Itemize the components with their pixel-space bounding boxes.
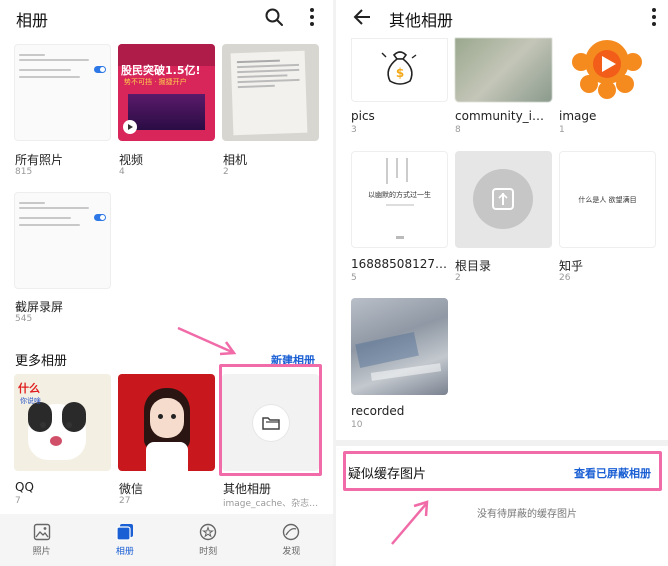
album-count: 4: [119, 167, 125, 177]
play-icon: [123, 120, 137, 134]
other-albums-screen: 其他相册 $ pics 3 community_ima... 8 image 1…: [336, 0, 668, 566]
album-count: 27: [119, 496, 131, 506]
app-header: 相册: [0, 0, 333, 34]
album-name: community_ima...: [455, 109, 552, 123]
album-count: image_cache、杂志…: [223, 499, 319, 509]
album-camera-thumb[interactable]: [222, 44, 319, 141]
albums-icon: [116, 524, 133, 541]
album-count: 2: [223, 167, 229, 177]
more-menu-icon[interactable]: [300, 5, 324, 29]
tab-label: 相册: [115, 547, 134, 557]
album-name: 知乎: [559, 259, 584, 273]
section-divider: [336, 440, 668, 446]
moments-icon: [199, 523, 217, 541]
album-name: 其他相册: [223, 482, 272, 496]
album-name: 所有照片: [15, 153, 64, 167]
sticker-text: 什么: [18, 382, 40, 395]
sticker-text: 你说啥: [20, 397, 41, 405]
album-name: 相机: [223, 153, 248, 167]
album-count: 10: [351, 420, 363, 430]
album-root-thumb[interactable]: [455, 151, 552, 248]
photo-icon: [33, 523, 50, 541]
album-qq-thumb[interactable]: 什么 你说啥: [14, 374, 111, 471]
tab-photos[interactable]: 照片: [0, 514, 83, 566]
album-name: QQ: [15, 480, 34, 494]
tab-label: 发现: [282, 547, 301, 557]
more-menu-icon[interactable]: [642, 5, 666, 29]
album-count: 8: [455, 125, 461, 135]
tab-discover[interactable]: 发现: [250, 514, 333, 566]
page-title: 相册: [16, 11, 49, 30]
zhihu-text: 什么是人 欲望满目: [578, 196, 637, 204]
album-video-thumb[interactable]: 股民突破1.5亿! 势不可挡 · 掘捷开户: [118, 44, 215, 141]
annotation-box: [219, 364, 322, 476]
video-banner-text: 股民突破1.5亿!: [121, 64, 201, 77]
album-all-photos-thumb[interactable]: [14, 44, 111, 141]
album-count: 7: [15, 496, 21, 506]
gallery-albums-screen: 相册 所有照片 815 股民突破1.5亿! 势不可挡 · 掘捷开户 视频 4 相…: [0, 0, 333, 566]
discover-icon: [283, 523, 300, 541]
album-count: 5: [351, 273, 357, 283]
more-albums-title: 更多相册: [15, 354, 68, 369]
album-name: 根目录: [455, 259, 492, 273]
app-header: 其他相册: [336, 0, 668, 34]
bottom-tab-bar: 照片 相册 时刻 发现: [0, 514, 333, 566]
video-banner-sub: 势不可挡 · 掘捷开户: [124, 78, 187, 86]
album-1688850812735-thumb[interactable]: 以幽默的方式过一生: [351, 151, 448, 248]
album-pics-thumb[interactable]: $: [351, 38, 448, 102]
view-hidden-albums-link[interactable]: 查看已屏蔽相册: [574, 465, 651, 481]
tab-label: 照片: [32, 547, 51, 557]
album-count: 2: [455, 273, 461, 283]
album-name: 截屏录屏: [15, 300, 64, 314]
album-count: 26: [559, 273, 571, 283]
search-icon[interactable]: [262, 5, 286, 29]
album-wechat-thumb[interactable]: [118, 374, 215, 471]
album-recorded-thumb[interactable]: [351, 298, 448, 395]
svg-text:$: $: [396, 66, 404, 80]
folder-image-icon: [473, 169, 533, 229]
album-name: 1688850812735...: [351, 257, 448, 271]
tab-label: 时刻: [199, 547, 218, 557]
album-name: image: [559, 109, 597, 123]
book-title-text: 以幽默的方式过一生: [368, 191, 431, 199]
album-count: 1: [559, 125, 565, 135]
album-community-thumb[interactable]: [455, 38, 552, 102]
tab-moments[interactable]: 时刻: [167, 514, 250, 566]
cache-section-title: 疑似缓存图片: [348, 467, 427, 482]
page-title: 其他相册: [389, 11, 454, 30]
album-name: 微信: [119, 482, 144, 496]
album-screenshots-thumb[interactable]: [14, 192, 111, 289]
album-name: pics: [351, 109, 375, 123]
annotation-arrow: [391, 500, 429, 545]
album-zhihu-thumb[interactable]: 什么是人 欲望满目: [559, 151, 656, 248]
money-bag-icon: $: [381, 51, 417, 85]
album-name: 视频: [119, 153, 144, 167]
album-count: 815: [15, 167, 33, 177]
tab-albums[interactable]: 相册: [83, 514, 166, 566]
album-count: 3: [351, 125, 357, 135]
album-count: 545: [15, 314, 33, 324]
album-name: recorded: [351, 404, 405, 418]
back-arrow-icon[interactable]: [350, 5, 374, 29]
album-image-thumb[interactable]: [559, 38, 656, 102]
annotation-arrow: [177, 326, 237, 356]
sunflower-play-icon: [572, 40, 642, 99]
